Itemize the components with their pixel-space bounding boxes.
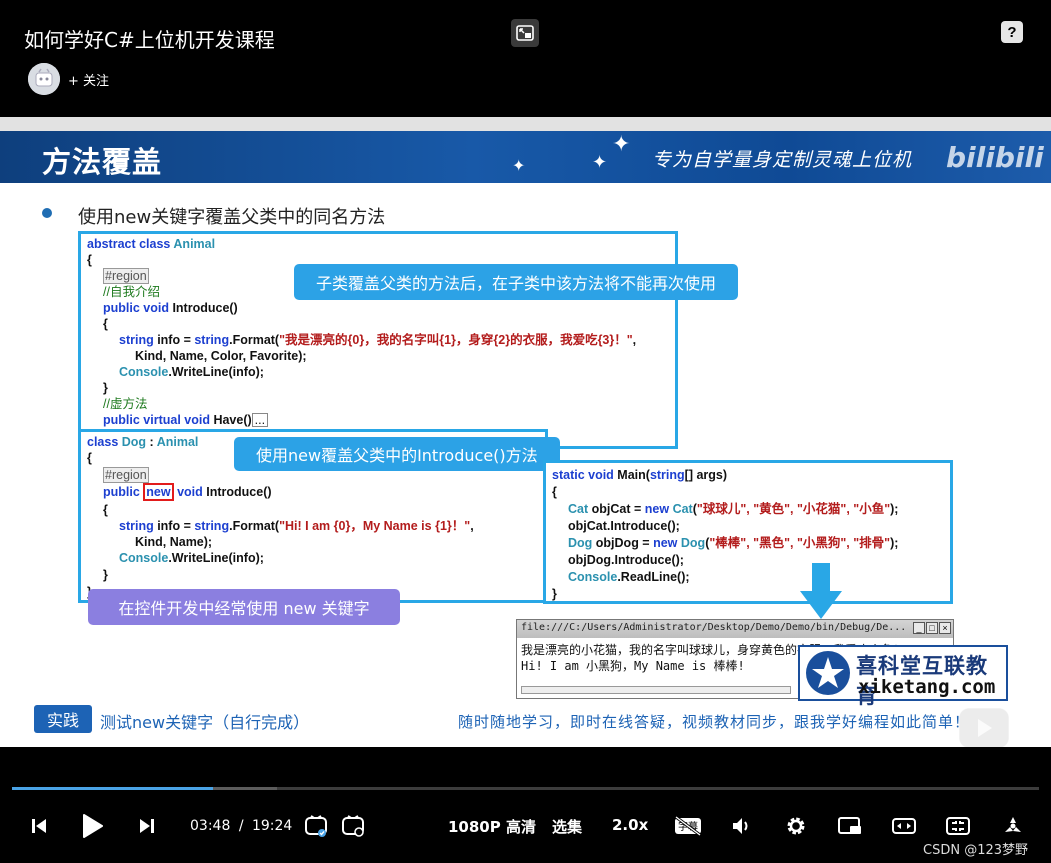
quality-button[interactable]: 1080P 高清 xyxy=(448,816,536,837)
progress-bar[interactable] xyxy=(12,787,1039,790)
console-titlebar: file:///C:/Users/Administrator/Desktop/D… xyxy=(517,620,953,638)
danmaku-toggle-icon[interactable] xyxy=(303,811,329,841)
console-window-buttons: _ □ × xyxy=(913,622,951,634)
previous-icon[interactable] xyxy=(28,811,50,841)
subtitle-off-icon[interactable]: 字幕 xyxy=(672,811,704,841)
practice-badge: 实践 xyxy=(34,705,92,733)
console-output-2: Hi! I am 小黑狗，My Name is 棒棒! xyxy=(521,659,745,673)
slide-title: 方法覆盖 xyxy=(42,145,163,179)
slide-footer-text: 随时随地学习，即时在线答疑，视频教材同步，跟我学好编程如此简单！ xyxy=(458,713,971,731)
settings-gear-icon[interactable] xyxy=(784,811,808,841)
danmaku-settings-icon[interactable] xyxy=(340,811,366,841)
practice-text: 测试new关键字（自行完成） xyxy=(100,713,310,732)
widescreen-icon[interactable] xyxy=(890,811,918,841)
video-title: 如何学好C#上位机开发课程 xyxy=(24,28,275,52)
console-path: file:///C:/Users/Administrator/Desktop/D… xyxy=(521,622,907,633)
star-icon: ✦ xyxy=(512,158,526,175)
console-scrollbar xyxy=(521,686,791,694)
mini-player-icon[interactable] xyxy=(836,811,864,841)
bilibili-logo: bilibili xyxy=(946,141,1044,174)
logo-english: xiketang.com xyxy=(858,676,996,698)
player-controls: 03:48 / 19:24 1080P 高清 选集 2.0x 字幕 CSDN @… xyxy=(0,747,1051,863)
bullet-dot xyxy=(42,208,52,218)
current-time: 03:48 xyxy=(190,818,231,834)
close-icon: × xyxy=(939,622,951,634)
web-fullscreen-icon[interactable] xyxy=(944,811,972,841)
xiketang-star-icon xyxy=(806,651,850,695)
callout-override-note: 子类覆盖父类的方法后，在子类中该方法将不能再次使用 xyxy=(294,264,739,300)
callout-control-dev: 在控件开发中经常使用 new 关键字 xyxy=(88,589,400,625)
help-icon[interactable]: ? xyxy=(1001,21,1023,43)
fullscreen-icon[interactable] xyxy=(1000,811,1026,841)
star-icon: ✦ xyxy=(612,131,631,156)
video-header: 如何学好C#上位机开发课程 ? + 关注 xyxy=(0,0,1051,117)
episodes-button[interactable]: 选集 xyxy=(552,816,582,837)
picture-in-picture-icon[interactable] xyxy=(511,19,539,47)
down-arrow-icon xyxy=(800,563,842,626)
speed-button[interactable]: 2.0x xyxy=(612,816,648,834)
video-frame[interactable]: 方法覆盖 ✦ ✦ ✦ 专为自学量身定制灵魂上位机 bilibili 使用new关… xyxy=(0,117,1051,747)
volume-icon[interactable] xyxy=(730,811,754,841)
callout-new-override: 使用new覆盖父类中的Introduce()方法 xyxy=(234,437,560,471)
total-time: 19:24 xyxy=(251,818,293,834)
follow-button[interactable]: + 关注 xyxy=(68,70,109,89)
avatar[interactable] xyxy=(28,63,60,95)
slide-banner: 方法覆盖 ✦ ✦ ✦ 专为自学量身定制灵魂上位机 bilibili xyxy=(0,131,1051,183)
maximize-icon: □ xyxy=(926,622,938,634)
play-watermark-icon xyxy=(958,707,1010,747)
play-icon[interactable] xyxy=(78,811,106,841)
csdn-watermark: CSDN @123梦野 xyxy=(923,843,1029,858)
star-icon: ✦ xyxy=(592,152,608,172)
slide-top-strip xyxy=(0,117,1051,131)
slide-slogan: 专为自学量身定制灵魂上位机 xyxy=(652,149,913,171)
main-method-code: static void Main(string[] args) { Cat ob… xyxy=(543,460,953,604)
minimize-icon: _ xyxy=(913,622,925,634)
new-keyword-highlight: new xyxy=(143,483,174,501)
progress-fill xyxy=(12,787,214,790)
next-icon[interactable] xyxy=(136,811,158,841)
xiketang-logo: 喜科堂互联教育 xiketang.com xyxy=(798,645,1008,708)
bullet-text: 使用new关键字覆盖父类中的同名方法 xyxy=(78,207,386,228)
time-display: 03:48 / 19:24 xyxy=(190,818,293,834)
